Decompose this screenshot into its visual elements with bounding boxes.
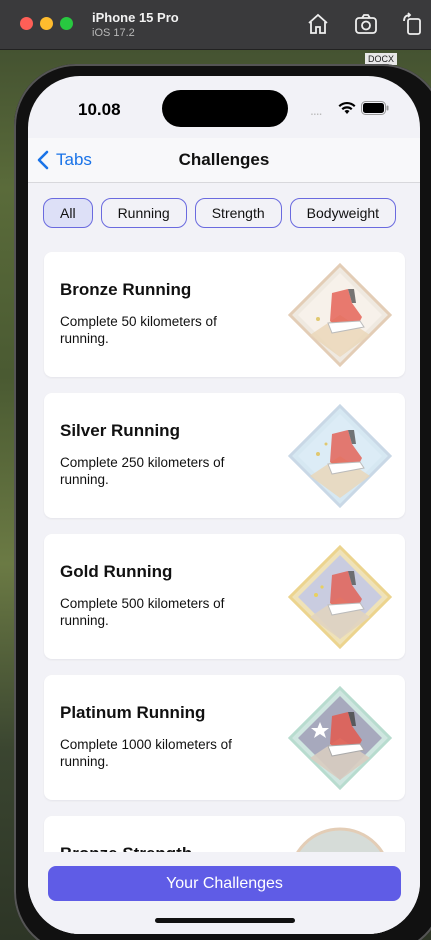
filter-chip-bodyweight[interactable]: Bodyweight bbox=[289, 198, 397, 228]
os-version: iOS 17.2 bbox=[92, 27, 135, 39]
challenge-title: Platinum Running bbox=[60, 703, 206, 722]
gold-running-badge-icon bbox=[288, 545, 392, 649]
page-title: Challenges bbox=[178, 150, 270, 169]
simulator-titlebar: iPhone 15 Pro iOS 17.2 bbox=[0, 0, 431, 50]
platinum-running-badge-icon bbox=[288, 686, 392, 790]
home-icon[interactable] bbox=[306, 12, 330, 36]
battery-icon bbox=[361, 101, 389, 115]
bottom-bar: Your Challenges bbox=[28, 852, 420, 934]
challenge-description: Complete 500 kilometers of running. bbox=[60, 596, 225, 628]
filter-chip-running[interactable]: Running bbox=[100, 198, 187, 228]
filter-chip-all[interactable]: All bbox=[43, 198, 93, 228]
challenge-title: Bronze Running bbox=[60, 280, 192, 299]
bronze-running-badge-icon bbox=[288, 263, 392, 367]
minimize-window-button[interactable] bbox=[40, 17, 53, 30]
your-challenges-button[interactable]: Your Challenges bbox=[48, 866, 401, 901]
screenshot-icon[interactable] bbox=[354, 12, 378, 36]
challenge-card-platinum-running[interactable]: Platinum Running Complete 1000 kilometer… bbox=[44, 675, 405, 800]
device-name: iPhone 15 Pro bbox=[92, 10, 179, 25]
cellular-signal-icon: .... bbox=[310, 102, 323, 118]
filter-chips: All Running Strength Bodyweight bbox=[43, 198, 397, 228]
challenge-card-silver-running[interactable]: Silver Running Complete 250 kilometers o… bbox=[44, 393, 405, 518]
filter-chip-strength[interactable]: Strength bbox=[194, 198, 282, 228]
challenge-card-bronze-running[interactable]: Bronze Running Complete 50 kilometers of… bbox=[44, 252, 405, 377]
dynamic-island bbox=[162, 90, 288, 127]
phone-screen: 10.08 .... Tabs Challenges All Running S… bbox=[28, 76, 420, 934]
challenge-description: Complete 250 kilometers of running. bbox=[60, 455, 225, 487]
silver-running-badge-icon bbox=[288, 404, 392, 508]
challenge-title: Silver Running bbox=[60, 421, 180, 440]
rotate-icon[interactable] bbox=[401, 12, 425, 36]
zoom-window-button[interactable] bbox=[60, 17, 73, 30]
challenge-card-gold-running[interactable]: Gold Running Complete 500 kilometers of … bbox=[44, 534, 405, 659]
challenge-description: Complete 50 kilometers of running. bbox=[60, 314, 217, 346]
wifi-icon bbox=[338, 101, 356, 114]
challenge-title: Gold Running bbox=[60, 562, 173, 581]
close-window-button[interactable] bbox=[20, 17, 33, 30]
home-indicator[interactable] bbox=[155, 918, 295, 923]
status-time: 10.08 bbox=[78, 100, 121, 119]
navigation-bar: Tabs Challenges bbox=[28, 138, 420, 183]
challenge-description: Complete 1000 kilometers of running. bbox=[60, 737, 232, 769]
